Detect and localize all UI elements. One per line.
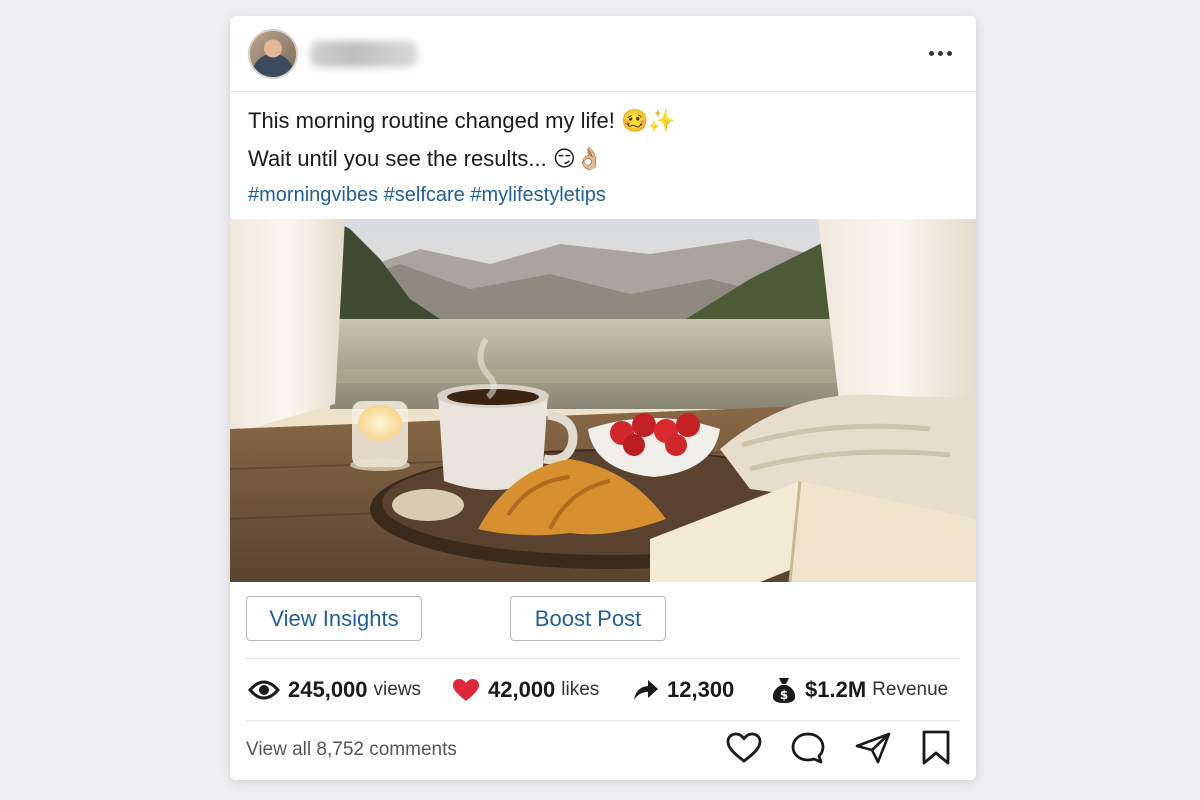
share-arrow-icon [634,680,658,700]
divider [246,658,960,659]
shares-stat: 12,300 [633,677,771,703]
view-comments-link[interactable]: View all 8,752 comments [246,739,457,761]
post-header: ████████ [230,16,976,92]
post-card: ████████ This morning routine changed my… [230,16,976,780]
money-bag-icon: $ [772,678,796,703]
likes-count: 42,000 [488,677,556,702]
author-name-blurred[interactable]: ████████ [310,40,418,67]
post-stats: 245,000 views 42,000 likes 12,300 $ $1.2… [248,672,962,708]
more-dots-icon[interactable] [921,43,960,64]
view-insights-button[interactable]: View Insights [246,596,422,641]
eye-icon [248,680,280,700]
post-footer: View all 8,752 comments [246,728,960,772]
heart-filled-icon [453,679,479,701]
divider [246,720,960,721]
send-icon[interactable] [854,731,892,770]
boost-post-button[interactable]: Boost Post [510,596,666,641]
comment-icon[interactable] [790,731,826,770]
views-stat: 245,000 views [248,677,448,703]
engagement-icons [726,730,960,771]
heart-outline-icon[interactable] [726,732,762,769]
post-actions: View Insights Boost Post [246,596,960,642]
post-image[interactable] [230,219,976,582]
avatar[interactable] [248,28,298,79]
views-unit: views [373,679,422,700]
caption-line-1: This morning routine changed my life! 🥴✨ [248,108,676,133]
revenue-unit: Revenue [872,679,949,700]
svg-text:$: $ [780,688,788,702]
revenue-stat: $ $1.2M Revenue [771,676,948,704]
caption-line-2: Wait until you see the results... 😏👌🏼 [248,146,604,171]
likes-stat: 42,000 likes [452,677,625,703]
shares-count: 12,300 [667,677,735,702]
views-count: 245,000 [288,677,368,702]
hashtags[interactable]: #morningvibes #selfcare #mylifestyletips [248,178,958,212]
likes-unit: likes [561,679,600,700]
post-caption: This morning routine changed my life! 🥴✨… [230,92,976,219]
revenue-amount: $1.2M [805,677,867,702]
bookmark-icon[interactable] [920,730,952,771]
